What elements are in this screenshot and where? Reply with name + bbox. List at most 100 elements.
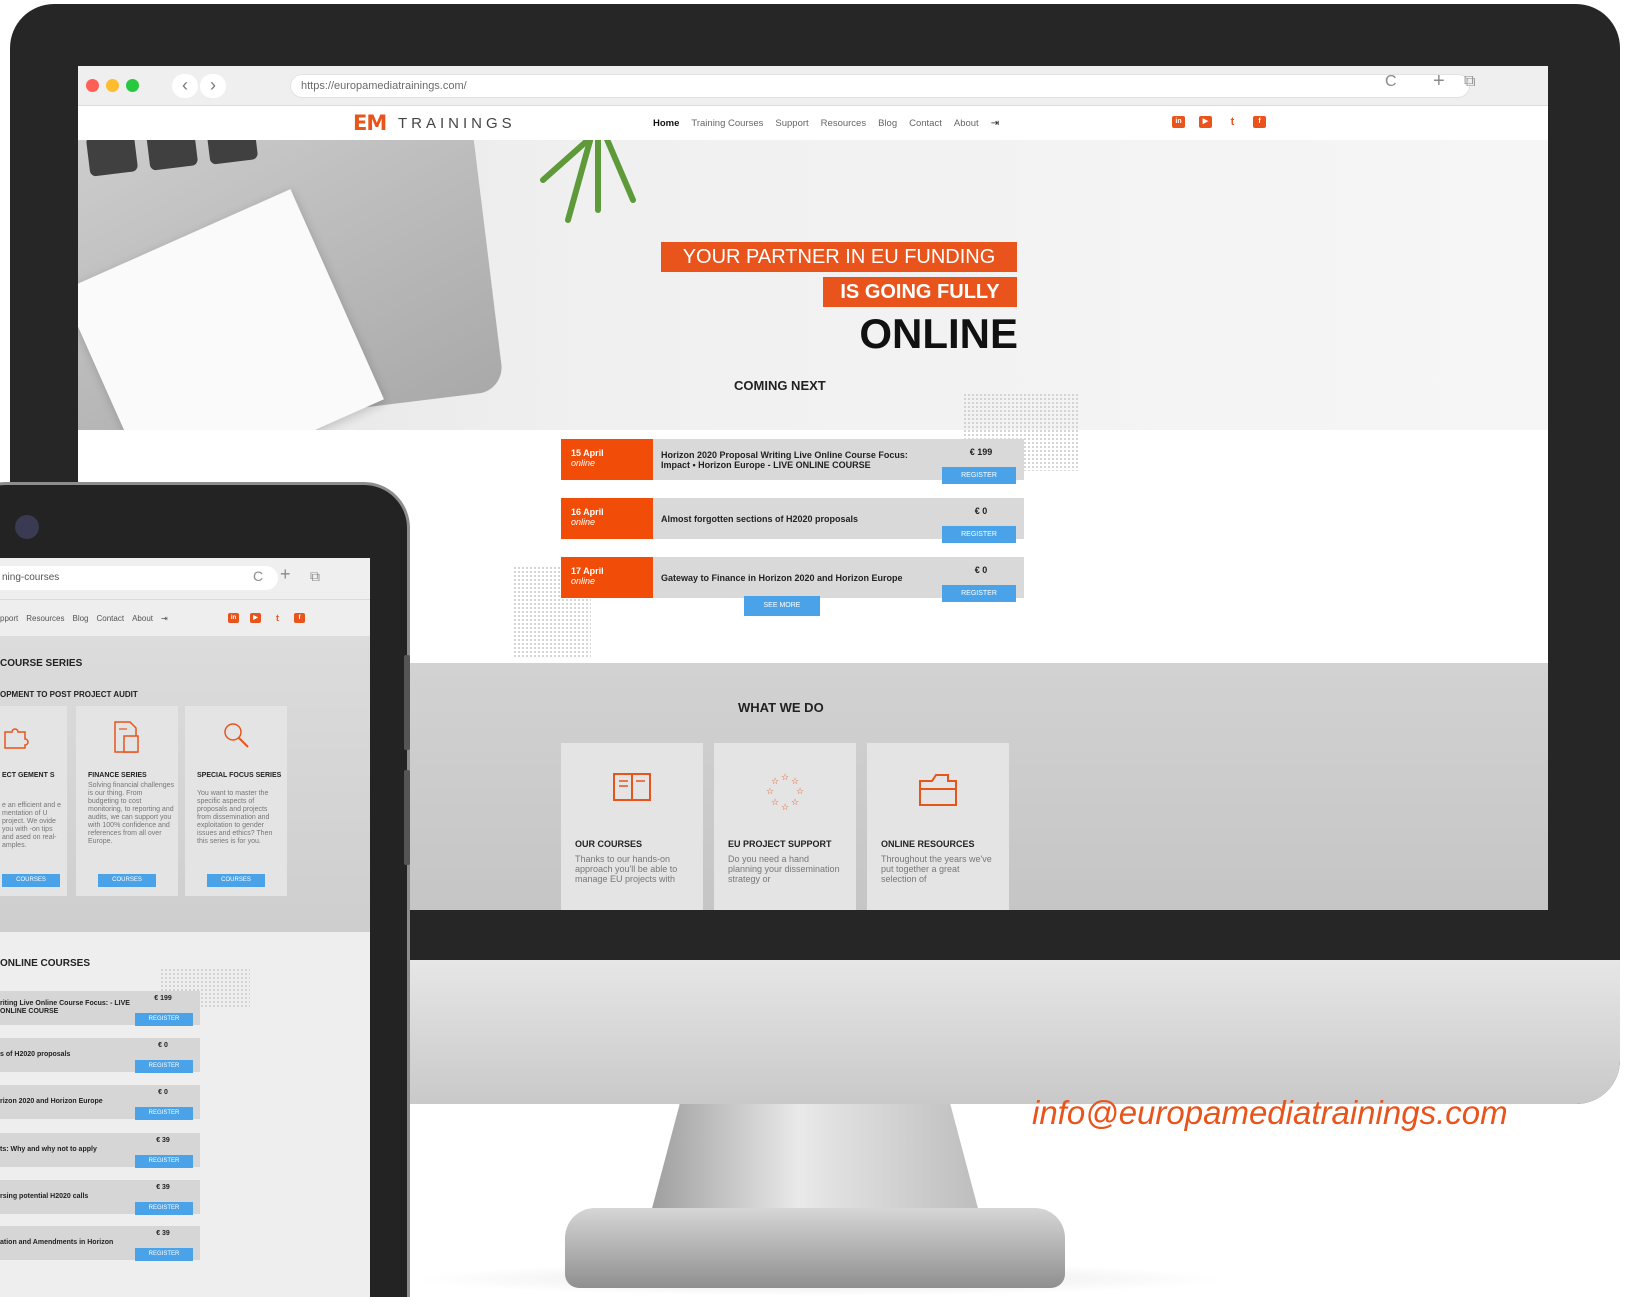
online-courses-title: ONLINE COURSES	[0, 958, 91, 969]
book-icon	[613, 773, 651, 801]
series-card-finance: FINANCE SERIES Solving financial challen…	[76, 706, 178, 896]
linkedin-icon[interactable]: in	[228, 613, 239, 623]
contact-email[interactable]: info@europamediatrainings.com	[1032, 1094, 1508, 1132]
tablet-new-tab-icon[interactable]: +	[280, 564, 291, 585]
event-price: € 199	[969, 447, 993, 457]
event-price: € 0	[158, 1089, 168, 1096]
tablet-login-icon[interactable]: ⇥	[161, 614, 168, 623]
youtube-icon[interactable]: ▶	[1199, 116, 1212, 128]
coming-next-title: COMING NEXT	[734, 378, 826, 393]
svg-text:☆: ☆	[796, 787, 804, 797]
service-card-resources[interactable]: ONLINE RESOURCES Throughout the years we…	[867, 743, 1009, 910]
back-button[interactable]: ‹	[172, 74, 198, 98]
tablet-address-bar[interactable]: ning-courses	[0, 566, 278, 590]
register-button[interactable]: REGISTER	[135, 1013, 193, 1026]
tabs-overview-icon[interactable]: ⧉	[1464, 73, 1475, 91]
tablet-reload-icon[interactable]: C	[253, 568, 263, 584]
courses-button[interactable]: COURSES	[207, 874, 265, 887]
register-button[interactable]: REGISTER	[135, 1107, 193, 1120]
svg-text:☆: ☆	[766, 787, 774, 797]
service-card-support[interactable]: ☆ ☆ ☆ ☆ ☆ ☆ ☆ ☆ EU PROJECT SUPPORT Do you nee…	[714, 743, 856, 910]
event-list: 15 April online Horizon 2020 Proposal Wri…	[561, 439, 1024, 616]
close-window-button[interactable]	[86, 79, 99, 92]
register-button[interactable]: REGISTER	[135, 1060, 193, 1073]
register-button[interactable]: REGISTER	[942, 467, 1016, 484]
device-mockup: ‹ › https://europamediatrainings.com/ C …	[0, 0, 1626, 1297]
event-title[interactable]: ts: Why and why not to apply	[0, 1133, 130, 1167]
svg-text:☆: ☆	[771, 798, 779, 808]
series-card-title: FINANCE SERIES	[88, 772, 147, 779]
service-card-title: ONLINE RESOURCES	[881, 839, 975, 849]
reload-icon[interactable]: C	[1385, 73, 1397, 91]
course-series-title: COURSE SERIES	[0, 658, 83, 669]
event-price: € 0	[974, 506, 988, 516]
event-title[interactable]: rsing potential H2020 calls	[0, 1180, 130, 1214]
facebook-icon[interactable]: f	[1253, 116, 1266, 128]
address-bar[interactable]: https://europamediatrainings.com/	[290, 74, 1470, 98]
nav-resources[interactable]: Resources	[821, 118, 866, 129]
event-title[interactable]: Almost forgotten sections of H2020 propo…	[661, 498, 921, 539]
youtube-icon[interactable]: ▶	[250, 613, 261, 623]
tablet-nav-blog[interactable]: Blog	[72, 614, 88, 623]
register-button[interactable]: REGISTER	[135, 1202, 193, 1215]
event-title[interactable]: Horizon 2020 Proposal Writing Live Onlin…	[661, 439, 921, 480]
service-card-title: OUR COURSES	[575, 839, 643, 849]
new-tab-icon[interactable]: +	[1433, 70, 1445, 93]
event-mode: online	[571, 517, 596, 527]
event-row: 15 April online Horizon 2020 Proposal Wri…	[561, 439, 1024, 484]
tablet-event-row: s of H2020 proposals € 0 REGISTER	[0, 1038, 200, 1073]
course-series-subtitle: OPMENT TO POST PROJECT AUDIT	[0, 690, 138, 699]
event-title[interactable]: s of H2020 proposals	[0, 1038, 130, 1072]
service-card-title: EU PROJECT SUPPORT	[728, 839, 832, 849]
logo-mark[interactable]: EM	[353, 113, 387, 134]
keyboard-key	[85, 140, 139, 177]
twitter-icon[interactable]: t	[272, 613, 283, 623]
tablet-nav-contact[interactable]: Contact	[97, 614, 125, 623]
register-button[interactable]: REGISTER	[135, 1155, 193, 1168]
series-card-special-focus: SPECIAL FOCUS SERIES You want to master …	[185, 706, 287, 896]
nav-about[interactable]: About	[954, 118, 979, 129]
service-card-text: Thanks to our hands-on approach you'll b…	[575, 854, 678, 884]
tablet-event-row: riting Live Online Course Focus: - LIVE …	[0, 991, 200, 1026]
tablet-main-nav: pport Resources Blog Contact About ⇥	[0, 614, 168, 623]
event-price: € 199	[154, 995, 172, 1002]
nav-blog[interactable]: Blog	[878, 118, 897, 129]
folder-icon	[919, 774, 957, 806]
tablet-nav-support[interactable]: pport	[0, 614, 18, 623]
register-button[interactable]: REGISTER	[135, 1248, 193, 1261]
event-title[interactable]: Gateway to Finance in Horizon 2020 and H…	[661, 557, 921, 598]
tablet-nav-about[interactable]: About	[132, 614, 153, 623]
service-card-text: Throughout the years we've put together …	[881, 854, 992, 884]
tablet-browser-chrome: ning-courses C + ⧉	[0, 558, 370, 600]
register-button[interactable]: REGISTER	[942, 585, 1016, 602]
see-more-button[interactable]: SEE MORE	[744, 596, 820, 616]
nav-home[interactable]: Home	[653, 118, 679, 129]
maximize-window-button[interactable]	[126, 79, 139, 92]
twitter-icon[interactable]: t	[1226, 116, 1239, 128]
service-card-courses[interactable]: OUR COURSES Thanks to our hands-on appro…	[561, 743, 703, 910]
linkedin-icon[interactable]: in	[1172, 116, 1185, 128]
courses-button[interactable]: COURSES	[98, 874, 156, 887]
event-mode: online	[571, 458, 596, 468]
courses-button[interactable]: COURSES	[2, 874, 60, 887]
calculator-doc-icon	[114, 721, 139, 753]
event-title[interactable]: rizon 2020 and Horizon Europe	[0, 1085, 130, 1119]
series-card-title: ECT GEMENT S	[2, 772, 55, 779]
tablet-tabs-overview-icon[interactable]: ⧉	[310, 568, 320, 585]
nav-support[interactable]: Support	[775, 118, 808, 129]
facebook-icon[interactable]: f	[294, 613, 305, 623]
event-title[interactable]: riting Live Online Course Focus: - LIVE …	[0, 991, 130, 1025]
event-title[interactable]: ation and Amendments in Horizon	[0, 1226, 130, 1260]
series-card-text: Solving financial challenges is our thin…	[88, 782, 174, 845]
register-button[interactable]: REGISTER	[942, 526, 1016, 543]
nav-training-courses[interactable]: Training Courses	[691, 118, 763, 129]
hero-headline-online: ONLINE	[859, 310, 1018, 357]
minimize-window-button[interactable]	[106, 79, 119, 92]
tablet-nav-resources[interactable]: Resources	[26, 614, 64, 623]
nav-contact[interactable]: Contact	[909, 118, 942, 129]
login-icon[interactable]: ⇥	[991, 118, 999, 129]
logo-text[interactable]: TRAININGS	[398, 115, 516, 132]
hero-headline-line1: YOUR PARTNER IN EU FUNDING	[661, 242, 1017, 272]
forward-button[interactable]: ›	[200, 74, 226, 98]
site-header: EM TRAININGS Home Training Courses Suppo…	[78, 106, 1548, 140]
